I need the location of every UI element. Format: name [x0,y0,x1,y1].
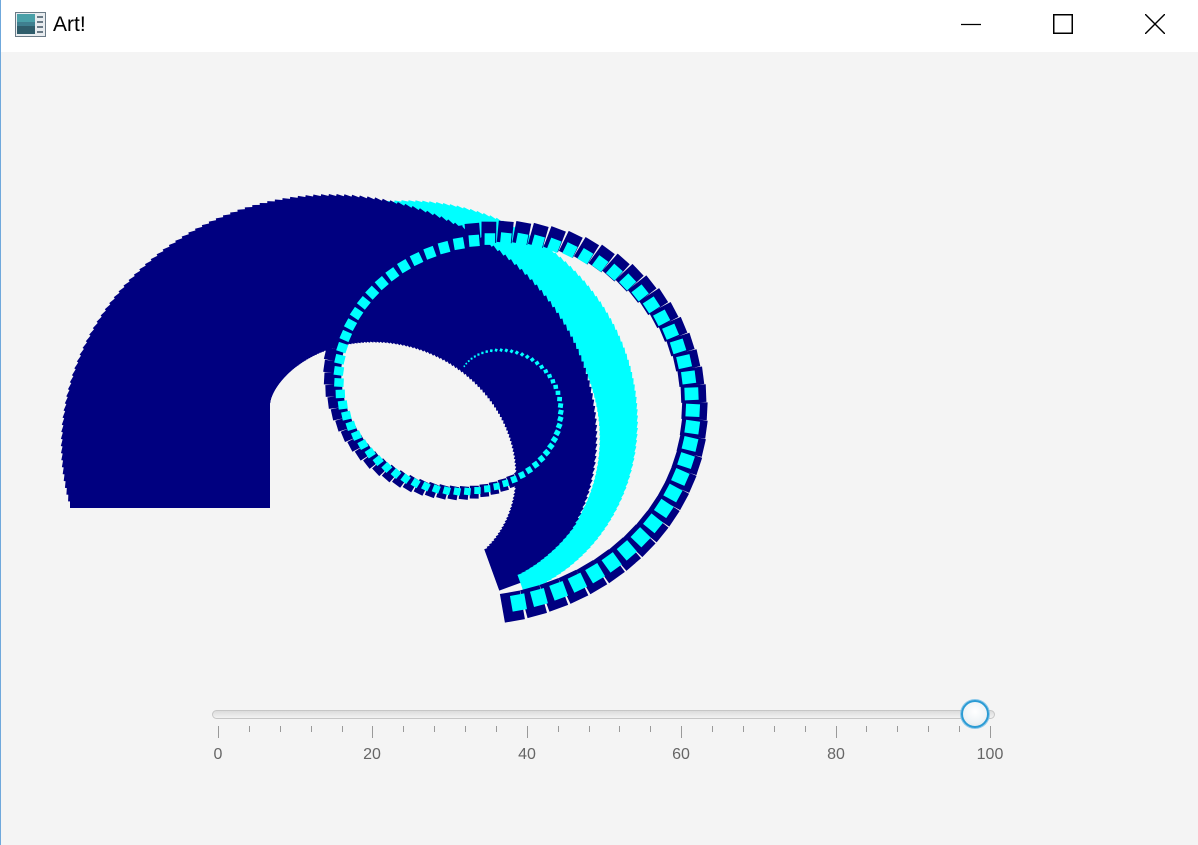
slider-major-tick [527,726,528,738]
spiral-inner-light [474,486,481,495]
slider-thumb[interactable] [961,700,989,728]
slider-minor-tick [650,726,651,732]
spiral-inner-light [453,487,462,496]
slider-minor-tick [496,726,497,732]
spiral-inner-light [553,384,559,390]
window-title: Art! [53,13,86,36]
slider-minor-tick [897,726,898,732]
slider-minor-tick [805,726,806,732]
title-bar[interactable]: Art! [1,0,1198,52]
spiral-inner-light [463,487,472,496]
slider-minor-tick [619,726,620,732]
slider-major-tick [990,726,991,738]
slider-minor-tick [403,726,404,732]
spiral-inner-light [337,400,348,410]
slider-minor-tick [774,726,775,732]
slider-minor-tick [866,726,867,732]
spiral-inner-light [473,355,476,358]
slider-tick-label: 20 [363,746,381,763]
slider-minor-tick [249,726,250,732]
art-canvas: 0 20 40 60 80 100 [2,52,1198,845]
slider-tick-label: 0 [213,746,223,763]
slider-minor-tick [342,726,343,732]
spiral-inner-light [483,485,491,493]
spiral-inner-light [468,234,480,247]
spiral-inner-light [335,389,346,399]
minimize-button[interactable] [948,0,994,48]
slider-minor-tick [311,726,312,732]
slider-tick-label: 60 [672,746,690,763]
spiral-inner-light [557,402,564,409]
slider-minor-tick [280,726,281,732]
slider-minor-tick [743,726,744,732]
minimize-icon [961,23,981,26]
maximize-button[interactable] [1040,0,1086,48]
spiral-inner-light [681,370,697,385]
app-icon [15,12,46,37]
slider-major-tick [218,726,219,738]
close-button[interactable] [1132,0,1178,48]
spiral-inner-light [485,350,489,354]
close-icon [1145,14,1165,34]
spiral-inner-light [452,237,465,251]
spiral-inner-light [515,232,529,247]
slider-minor-tick [558,726,559,732]
slider-minor-tick [712,726,713,732]
spiral-inner-light [333,366,345,376]
maximize-icon [1053,14,1073,34]
spiral-inner-light [685,403,701,418]
slider-track[interactable] [212,710,995,719]
slider-tick-label: 80 [827,746,845,763]
spiral-inner-light [481,351,484,355]
spiral-inner-light [493,482,501,491]
slider-major-tick [836,726,837,738]
spiral-inner-light [484,233,496,245]
slider-major-tick [681,726,682,738]
spiral-artwork [60,193,708,623]
spiral-inner-light [334,378,344,388]
spiral-inner-light [684,419,701,435]
spiral-inner-light [557,396,563,402]
slider-minor-tick [959,726,960,732]
slider-minor-tick [465,726,466,732]
slider-major-tick [372,726,373,738]
slider-minor-tick [928,726,929,732]
spiral-inner-light [477,353,480,356]
spiral-inner-light [489,349,493,353]
slider-minor-tick [589,726,590,732]
spiral-inner-light [499,232,512,246]
spiral-inner-light [555,390,561,395]
slider-tick-label: 40 [518,746,536,763]
slider-minor-tick [434,726,435,732]
spiral-inner-light [684,387,699,401]
slider-tick-label: 100 [976,746,1004,763]
app-window: Art! 0 20 40 60 80 100 [0,0,1198,845]
spiral-inner-light [509,593,527,612]
spiral-group [60,193,708,623]
